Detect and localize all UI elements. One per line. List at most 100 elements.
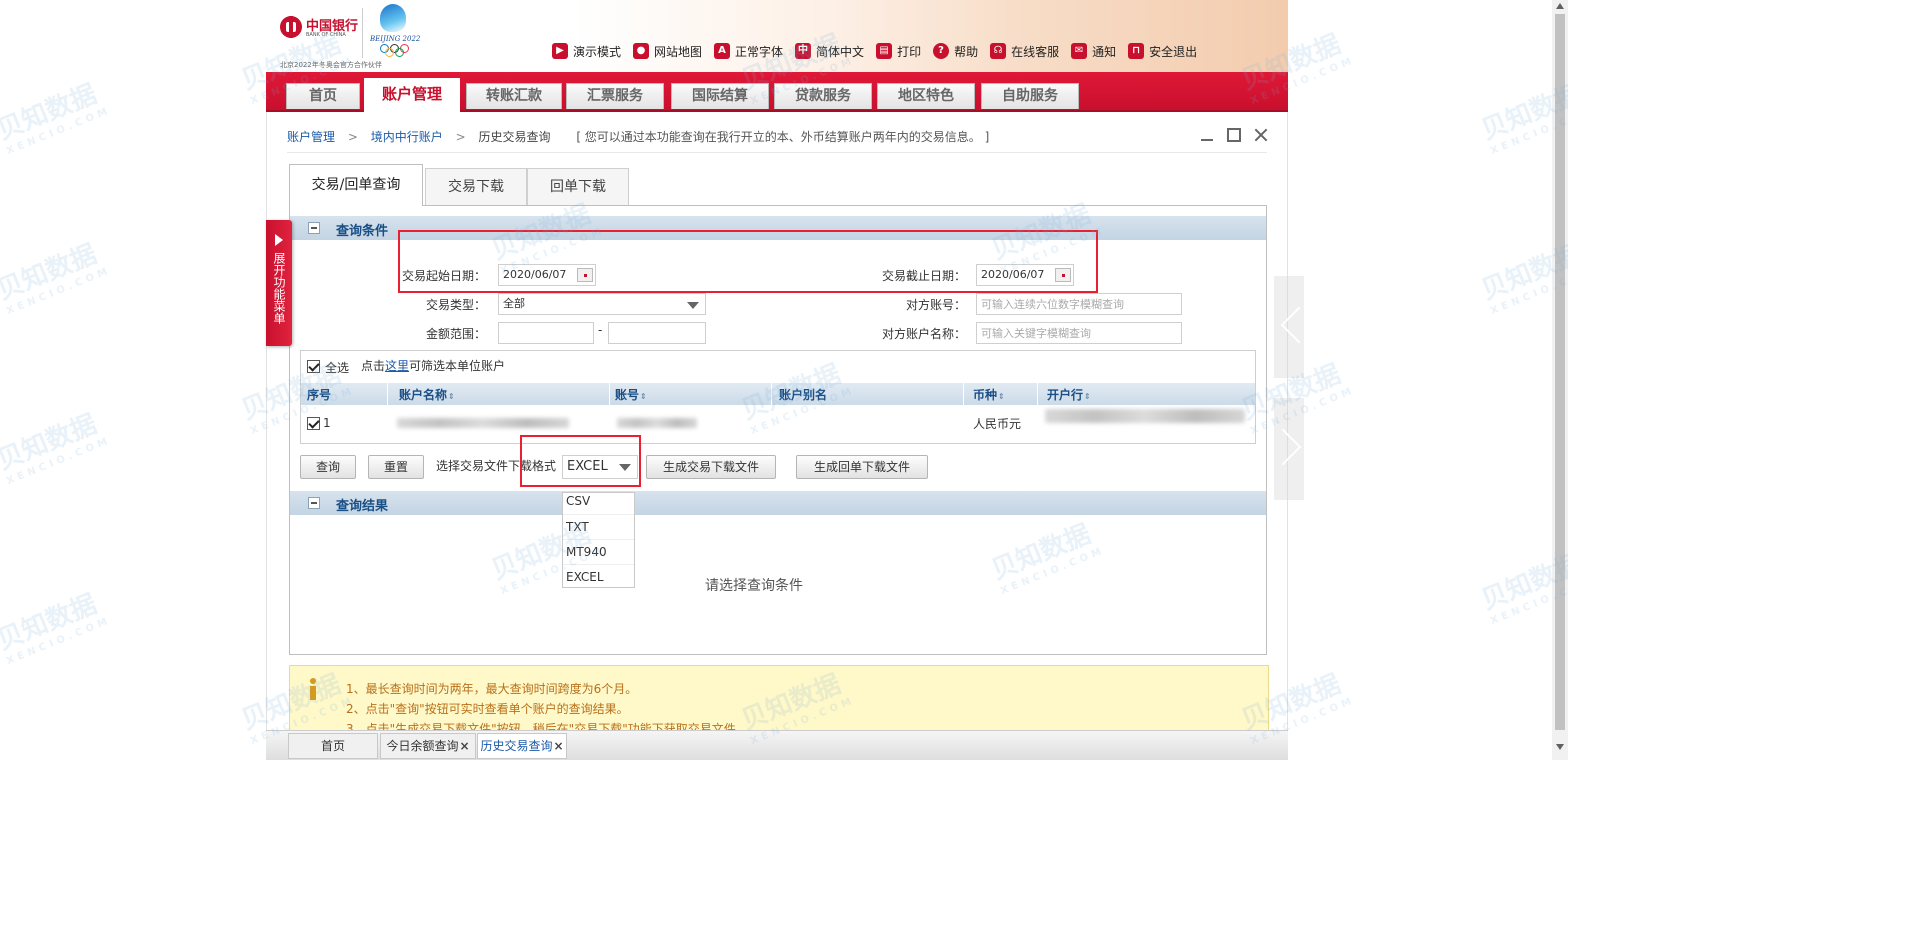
reset-button[interactable]: 重置 <box>368 455 424 479</box>
toplink-sitemap[interactable]: ● 网站地图 <box>633 43 702 60</box>
bottom-tab-balance[interactable]: 今日余额查询× <box>380 733 476 759</box>
nav-tab-account-management[interactable]: 账户管理 <box>364 78 460 112</box>
bank-name-en: BANK OF CHINA <box>306 32 346 38</box>
nav-tab-self-service[interactable]: 自助服务 <box>981 83 1079 109</box>
account-filter-link[interactable]: 这里 <box>385 359 409 373</box>
amount-max-input[interactable] <box>608 322 706 344</box>
collapse-icon[interactable] <box>308 222 320 234</box>
close-icon[interactable] <box>1254 128 1268 142</box>
trans-type-label: 交易类型： <box>426 298 487 312</box>
scroll-down-icon[interactable] <box>1556 744 1564 750</box>
top-links: ▶ 演示模式 ● 网站地图 A 正常字体 中简体中文 ▤ 打印 ? 帮助 ☊ 在线客服 ✉ 通… <box>552 40 1209 62</box>
main-nav: 首页 账户管理 转账汇款 汇票服务 国际结算 贷款服务 地区特色 自助服务 <box>266 72 1288 112</box>
page-scrollbar[interactable] <box>1552 0 1568 760</box>
notice-line-2: 2、点击"查询"按钮可实时查看单个账户的查询结果。 <box>346 702 629 716</box>
toplink-notice[interactable]: ✉ 通知 <box>1071 43 1116 60</box>
query-conditions-title: 查询条件 <box>336 224 389 239</box>
counter-name-input[interactable] <box>976 322 1182 344</box>
account-filter-text: 点击这里可筛选本单位账户 <box>361 359 506 373</box>
query-conditions-header: 查询条件 <box>290 216 1266 240</box>
breadcrumb: 账户管理 > 境内中行账户 > 历史交易查询 [ 您可以通过本功能查询在我行开立… <box>287 130 990 144</box>
toplink-help[interactable]: ? 帮助 <box>933 43 978 60</box>
counter-account-input[interactable] <box>976 293 1182 315</box>
expand-menu-label: 展开功能菜单 <box>272 252 286 324</box>
query-results-title: 查询结果 <box>336 499 389 514</box>
counter-account-label: 对方账号： <box>906 298 967 312</box>
gen-trans-file-button[interactable]: 生成交易下载文件 <box>646 455 776 479</box>
toplink-print[interactable]: ▤ 打印 <box>876 43 921 60</box>
query-button[interactable]: 查询 <box>300 455 356 479</box>
nav-tab-transfer[interactable]: 转账汇款 <box>466 83 562 109</box>
minimize-icon[interactable] <box>1200 128 1214 142</box>
breadcrumb-account-management[interactable]: 账户管理 <box>287 130 335 144</box>
bottom-tab-home[interactable]: 首页 <box>288 733 378 759</box>
redacted-account-number <box>617 418 697 428</box>
gen-receipt-file-button[interactable]: 生成回单下载文件 <box>796 455 928 479</box>
col-account-alias: 账户别名 <box>779 388 828 402</box>
format-option-csv[interactable]: CSV <box>563 493 634 515</box>
bank-logo[interactable]: 中国银行 BANK OF CHINA <box>280 14 360 44</box>
toplink-language[interactable]: 中简体中文 <box>795 43 864 60</box>
watermark: 贝知数据XENCIO.COM <box>0 589 113 668</box>
toplink-font[interactable]: A 正常字体 <box>714 43 783 60</box>
calendar-icon[interactable] <box>1055 268 1071 282</box>
subtab-trans-receipt-query[interactable]: 交易/回单查询 <box>289 164 423 206</box>
row-currency: 人民币元 <box>973 417 1022 431</box>
mail-icon: ✉ <box>1071 43 1088 59</box>
close-tab-icon[interactable]: × <box>459 739 469 753</box>
collapse-icon[interactable] <box>308 497 320 509</box>
toplink-demo[interactable]: ▶ 演示模式 <box>552 43 621 60</box>
info-icon <box>306 678 320 700</box>
format-option-txt[interactable]: TXT <box>563 515 634 540</box>
subtab-trans-download[interactable]: 交易下载 <box>425 168 527 206</box>
subtab-receipt-download[interactable]: 回单下载 <box>527 168 629 206</box>
boc-logo-icon <box>280 16 302 38</box>
scroll-up-icon[interactable] <box>1556 3 1564 9</box>
trans-type-select[interactable]: 全部 <box>498 293 706 315</box>
col-account-number[interactable]: 账号⇕ <box>615 386 647 403</box>
nav-tab-home[interactable]: 首页 <box>286 83 360 109</box>
toplink-service[interactable]: ☊ 在线客服 <box>990 43 1059 60</box>
breadcrumb-domestic-accounts[interactable]: 境内中行账户 <box>371 130 443 144</box>
printer-icon: ▤ <box>876 43 893 59</box>
format-dropdown: CSV TXT MT940 EXCEL <box>562 492 635 588</box>
map-pin-icon: ● <box>633 43 650 59</box>
select-all-label: 全选 <box>325 361 350 375</box>
next-page-arrow[interactable] <box>1274 398 1304 500</box>
nav-tab-draft[interactable]: 汇票服务 <box>566 83 664 109</box>
format-option-excel[interactable]: EXCEL <box>563 565 634 590</box>
content-area: 账户管理 > 境内中行账户 > 历史交易查询 [ 您可以通过本功能查询在我行开立… <box>266 112 1288 735</box>
bottom-tab-history[interactable]: 历史交易查询× <box>477 733 567 759</box>
amount-min-input[interactable] <box>498 322 594 344</box>
prev-page-arrow[interactable] <box>1274 276 1304 378</box>
amount-range-label: 金额范围： <box>426 327 487 341</box>
format-select[interactable]: EXCEL <box>562 455 638 479</box>
maximize-icon[interactable] <box>1227 128 1241 142</box>
calendar-icon[interactable] <box>577 268 593 282</box>
empty-results-message: 请选择查询条件 <box>705 578 803 594</box>
format-option-mt940[interactable]: MT940 <box>563 540 634 565</box>
nav-tab-intl-settlement[interactable]: 国际结算 <box>671 83 769 109</box>
close-tab-icon[interactable]: × <box>553 739 563 753</box>
bottom-tab-bar: 首页 今日余额查询× 历史交易查询× <box>266 730 1288 760</box>
help-icon: ? <box>933 43 950 59</box>
redacted-account-name <box>397 418 569 428</box>
select-all-checkbox[interactable] <box>307 360 320 373</box>
end-date-input[interactable]: 2020/06/07 <box>976 264 1074 286</box>
col-bank[interactable]: 开户行⇕ <box>1047 386 1091 403</box>
col-currency[interactable]: 币种⇕ <box>973 386 1005 403</box>
sort-icon: ⇕ <box>998 392 1005 401</box>
olympic-rings-icon <box>380 44 410 58</box>
sort-icon: ⇕ <box>640 392 647 401</box>
toplink-logout[interactable]: ⊓ 安全退出 <box>1128 43 1197 60</box>
row-checkbox[interactable] <box>307 417 320 430</box>
nav-tab-regional[interactable]: 地区特色 <box>877 83 975 109</box>
col-account-name[interactable]: 账户名称⇕ <box>399 386 455 403</box>
expand-menu-tab[interactable]: 展开功能菜单 <box>266 220 292 346</box>
header: 中国银行 BANK OF CHINA BEIJING 2022 北京2022年冬… <box>266 0 1288 72</box>
start-date-input[interactable]: 2020/06/07 <box>498 264 596 286</box>
scroll-thumb[interactable] <box>1555 14 1565 730</box>
watermark: 贝知数据XENCIO.COM <box>0 409 113 488</box>
nav-tab-loan[interactable]: 贷款服务 <box>774 83 872 109</box>
olympic-emblem-icon <box>380 4 406 32</box>
